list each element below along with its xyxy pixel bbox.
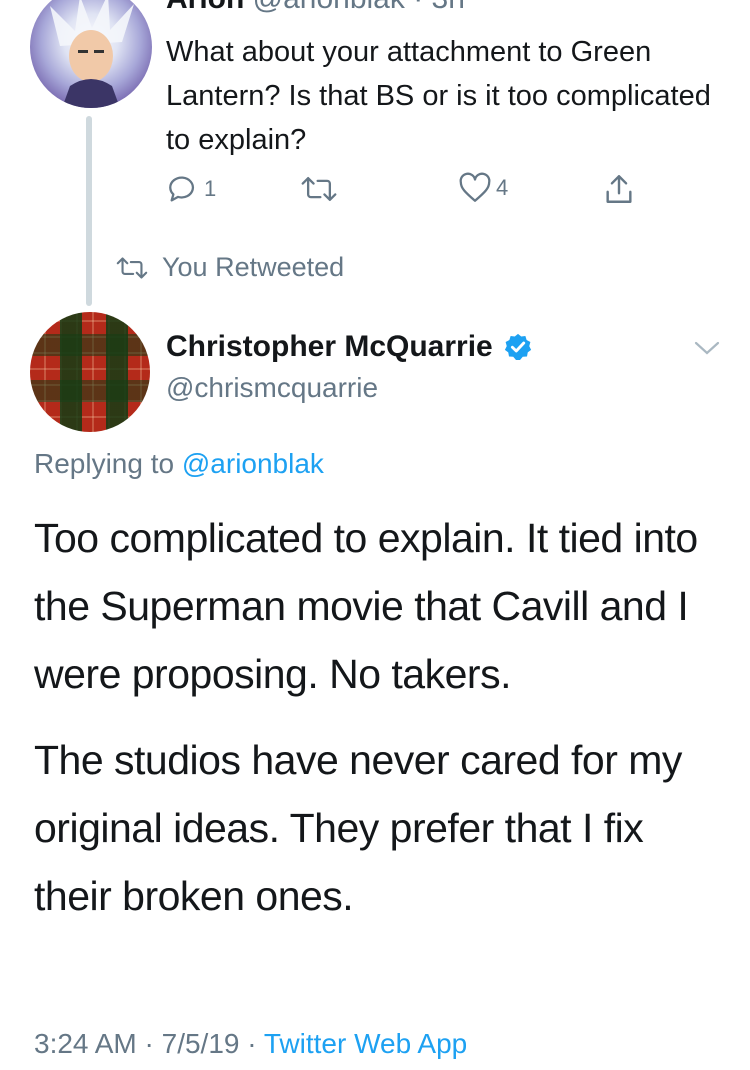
- reply-icon: [169, 176, 195, 202]
- reply-count: 1: [204, 176, 217, 201]
- retweet-context-icon: [116, 256, 148, 279]
- tweet-source-link[interactable]: Twitter Web App: [264, 1028, 467, 1059]
- retweet-context: You Retweeted: [114, 252, 344, 283]
- retweet-context-label: You Retweeted: [162, 252, 345, 282]
- parent-author-handle-time: @arionblak · 3h: [253, 0, 465, 15]
- author-handle[interactable]: @chrismcquarrie: [166, 372, 378, 404]
- tweet-metadata: 3:24 AM · 7/5/19 · Twitter Web App: [34, 1028, 467, 1060]
- author-name[interactable]: Christopher McQuarrie: [166, 330, 493, 364]
- parent-author[interactable]: Arion @arionblak · 3h: [166, 0, 465, 16]
- parent-author-name[interactable]: Arion: [166, 0, 244, 15]
- reply-button[interactable]: 1: [166, 172, 216, 206]
- tweet-paragraph: Too complicated to explain. It tied into…: [34, 515, 698, 697]
- share-icon: [606, 175, 632, 203]
- share-button[interactable]: [604, 172, 634, 206]
- verified-badge-icon: [504, 333, 531, 360]
- replying-to: Replying to @arionblak: [34, 448, 324, 480]
- parent-chevron-down-icon[interactable]: [692, 0, 716, 10]
- parent-tweet-text: What about your attachment to Green Lant…: [166, 36, 711, 156]
- retweet-button[interactable]: [300, 172, 338, 206]
- meta-separator: ·: [247, 1028, 257, 1059]
- like-count: 4: [496, 175, 509, 200]
- tweet-date[interactable]: 7/5/19: [162, 1028, 240, 1059]
- like-button[interactable]: 4: [458, 172, 508, 204]
- tweet-text: Too complicated to explain. It tied into…: [34, 504, 724, 948]
- tweet-paragraph: The studios have never cared for my orig…: [34, 737, 682, 919]
- author-avatar[interactable]: [30, 312, 150, 432]
- author-name-row[interactable]: Christopher McQuarrie: [166, 330, 533, 364]
- parent-avatar[interactable]: [30, 0, 152, 108]
- replying-prefix: Replying to: [34, 448, 175, 479]
- meta-separator: ·: [144, 1028, 154, 1059]
- tweet-time[interactable]: 3:24 AM: [34, 1028, 137, 1059]
- thread-line: [86, 116, 92, 306]
- replying-to-link[interactable]: @arionblak: [182, 448, 324, 479]
- like-icon: [459, 172, 491, 202]
- chevron-down-icon[interactable]: [694, 340, 720, 361]
- retweet-icon: [301, 176, 337, 202]
